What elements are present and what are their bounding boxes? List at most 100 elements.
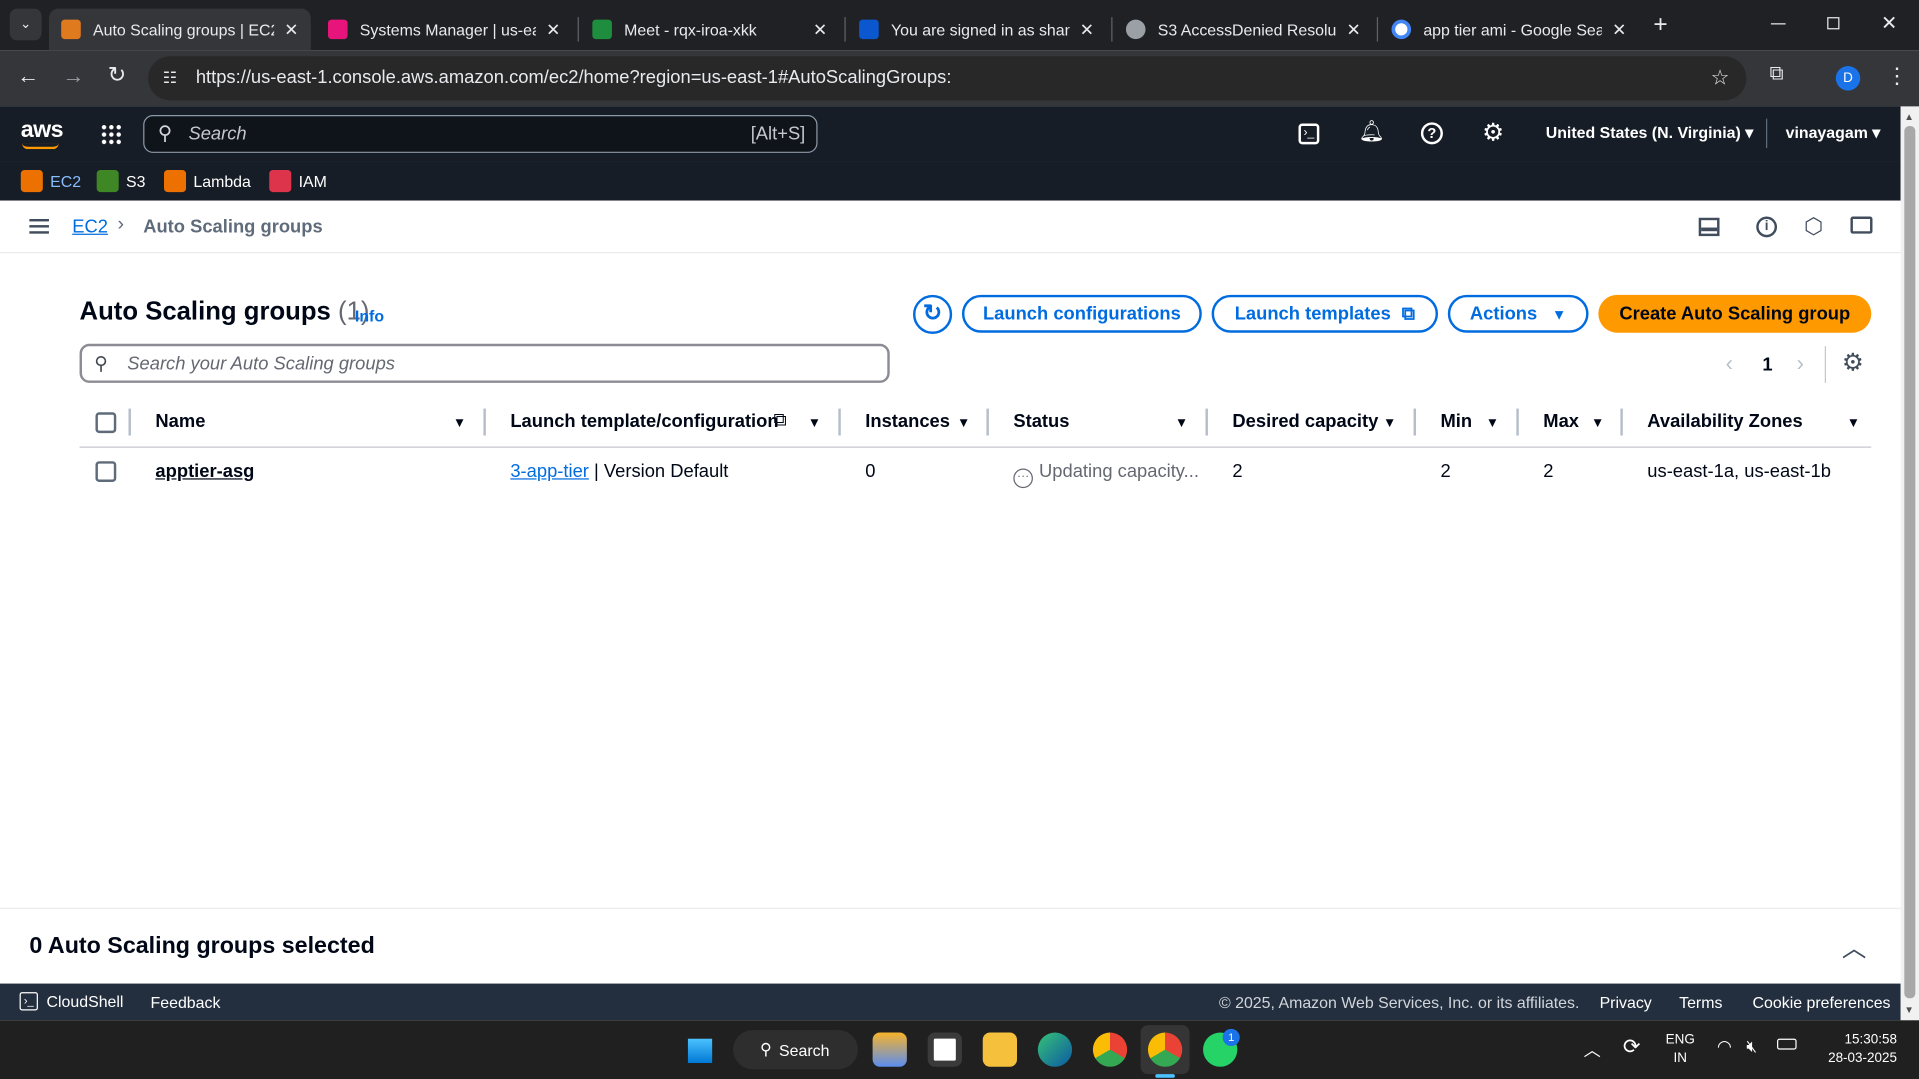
asg-search-input[interactable]: ⚲ Search your Auto Scaling groups: [79, 343, 890, 383]
privacy-link[interactable]: Privacy: [1600, 993, 1652, 1011]
region-selector[interactable]: United States (N. Virginia) ▾: [1546, 124, 1754, 144]
chrome-profile-icon[interactable]: [1147, 1032, 1183, 1067]
site-info-icon[interactable]: ☷: [163, 56, 177, 100]
close-tab-icon[interactable]: ✕: [546, 19, 560, 40]
menu-kebab-icon[interactable]: ⋮: [1886, 64, 1908, 90]
column-header-max[interactable]: Max: [1543, 411, 1579, 432]
sort-icon[interactable]: ▼: [957, 416, 970, 431]
sort-icon[interactable]: ▼: [808, 416, 821, 431]
scrollbar-thumb[interactable]: [1904, 126, 1916, 999]
info-panel-icon[interactable]: i: [1756, 216, 1778, 238]
select-all-checkbox[interactable]: [95, 412, 117, 434]
account-menu[interactable]: vinayagam ▾: [1786, 124, 1881, 144]
terms-link[interactable]: Terms: [1679, 993, 1722, 1011]
sort-icon[interactable]: ▼: [453, 416, 466, 431]
column-header-name[interactable]: Name: [155, 411, 205, 432]
refresh-button[interactable]: ↻: [912, 294, 953, 334]
column-header-min[interactable]: Min: [1440, 411, 1472, 432]
sort-icon[interactable]: ▼: [1383, 416, 1396, 431]
profile-avatar[interactable]: D: [1835, 66, 1861, 91]
security-hexagon-icon[interactable]: ⬡: [1804, 214, 1823, 240]
tab-auto-scaling[interactable]: Auto Scaling groups | EC2 | us-east-1 ✕: [48, 8, 311, 51]
tab-s3-accessdenied[interactable]: S3 AccessDenied Resolution ✕: [1114, 9, 1373, 51]
store-icon[interactable]: [927, 1032, 962, 1067]
tab-google-search[interactable]: app tier ami - Google Search ✕: [1379, 9, 1638, 51]
extensions-icon[interactable]: ⧉: [1770, 64, 1784, 86]
actions-button[interactable]: Actions ▼: [1447, 294, 1589, 333]
back-icon[interactable]: ←: [17, 64, 39, 90]
aws-logo[interactable]: aws: [21, 117, 64, 144]
hamburger-menu-icon[interactable]: [29, 218, 49, 234]
new-tab-icon[interactable]: +: [1653, 11, 1667, 39]
column-header-desired-capacity[interactable]: Desired capacity: [1232, 411, 1378, 432]
tab-meet[interactable]: Meet - rqx-iroa-xkk ✕: [580, 9, 839, 51]
tray-chevron-up-icon[interactable]: ︿: [1584, 1037, 1601, 1061]
reload-icon[interactable]: ↻: [108, 62, 126, 88]
tab-search-button[interactable]: ⌄: [9, 8, 42, 41]
launch-template-link[interactable]: 3-app-tier: [510, 461, 589, 482]
favorite-lambda[interactable]: Lambda: [163, 170, 251, 193]
favorite-ec2[interactable]: EC2: [20, 170, 81, 193]
taskbar-search[interactable]: ⚲ Search: [733, 1030, 858, 1070]
prev-page-icon[interactable]: ‹: [1726, 351, 1733, 377]
restore-icon[interactable]: [1827, 17, 1840, 30]
feedback-link[interactable]: Feedback: [151, 993, 221, 1011]
cloudshell-icon[interactable]: ›_: [1298, 123, 1320, 145]
bookmark-star-icon[interactable]: ☆: [1711, 56, 1730, 100]
column-header-status[interactable]: Status: [1013, 411, 1069, 432]
widgets-icon[interactable]: [872, 1032, 907, 1067]
column-header-instances[interactable]: Instances: [865, 411, 950, 432]
cloudshell-footer-button[interactable]: ›_ CloudShell: [19, 992, 123, 1011]
close-tab-icon[interactable]: ✕: [1612, 19, 1626, 40]
favorite-iam[interactable]: IAM: [269, 170, 327, 193]
url-field[interactable]: ☷ https://us-east-1.console.aws.amazon.c…: [148, 56, 1747, 101]
close-tab-icon[interactable]: ✕: [284, 19, 298, 40]
edge-icon[interactable]: [1037, 1032, 1073, 1067]
sort-icon[interactable]: ▼: [1847, 416, 1860, 431]
sync-icon[interactable]: ⟳: [1623, 1035, 1640, 1059]
chrome-icon[interactable]: [1092, 1032, 1128, 1067]
column-header-launch-template[interactable]: Launch template/configuration: [510, 411, 778, 432]
sort-icon[interactable]: ▼: [1175, 416, 1188, 431]
monitor-icon[interactable]: [1850, 216, 1873, 234]
scroll-up-icon[interactable]: ▲: [1904, 111, 1914, 122]
volume-muted-icon[interactable]: 🔇︎: [1746, 1036, 1757, 1057]
minimize-icon[interactable]: [1770, 23, 1786, 25]
close-tab-icon[interactable]: ✕: [1347, 19, 1361, 40]
column-header-availability-zones[interactable]: Availability Zones: [1647, 411, 1802, 432]
language-indicator[interactable]: ENG IN: [1666, 1031, 1695, 1068]
info-link[interactable]: Info: [355, 307, 384, 325]
next-page-icon[interactable]: ›: [1797, 351, 1804, 377]
wifi-icon[interactable]: ◠: [1717, 1036, 1732, 1057]
clock[interactable]: 15:30:58 28-03-2025: [1816, 1031, 1897, 1068]
settings-gear-icon[interactable]: ⚙: [1482, 117, 1504, 148]
windows-start-icon[interactable]: [685, 1036, 715, 1066]
table-row[interactable]: [80, 448, 1872, 497]
cookie-preferences-link[interactable]: Cookie preferences: [1753, 993, 1891, 1011]
close-tab-icon[interactable]: ✕: [813, 19, 827, 40]
breadcrumb-ec2-link[interactable]: EC2: [72, 217, 108, 238]
sort-icon[interactable]: ▼: [1486, 416, 1499, 431]
help-icon[interactable]: ?: [1420, 122, 1443, 145]
create-asg-button[interactable]: Create Auto Scaling group: [1598, 294, 1872, 333]
table-preferences-gear-icon[interactable]: ⚙: [1842, 347, 1864, 378]
notifications-bell-icon[interactable]: 🔔︎: [1358, 120, 1384, 144]
tab-systems-manager[interactable]: Systems Manager | us-east-1 ✕: [316, 9, 573, 51]
close-tab-icon[interactable]: ✕: [1080, 19, 1094, 40]
chevron-up-icon[interactable]: ︿: [1842, 929, 1866, 964]
scroll-down-icon[interactable]: ▼: [1904, 1004, 1914, 1015]
tab-signed-in[interactable]: You are signed in as shanjay ✕: [847, 9, 1106, 51]
file-explorer-icon[interactable]: [982, 1032, 1018, 1067]
row-checkbox[interactable]: [95, 461, 117, 483]
panel-toggle-icon[interactable]: [1698, 217, 1720, 237]
forward-icon[interactable]: →: [62, 64, 84, 90]
sort-icon[interactable]: ▼: [1591, 416, 1604, 431]
battery-icon[interactable]: [1777, 1038, 1797, 1050]
launch-configurations-button[interactable]: Launch configurations: [961, 294, 1202, 333]
page-scrollbar[interactable]: ▲ ▼: [1900, 106, 1919, 1021]
current-page[interactable]: 1: [1762, 355, 1772, 376]
services-grid-icon[interactable]: [100, 123, 123, 146]
favorite-s3[interactable]: S3: [96, 170, 146, 193]
aws-search-input[interactable]: ⚲ Search [Alt+S]: [143, 114, 818, 153]
asg-name-link[interactable]: apptier-asg: [155, 461, 254, 482]
